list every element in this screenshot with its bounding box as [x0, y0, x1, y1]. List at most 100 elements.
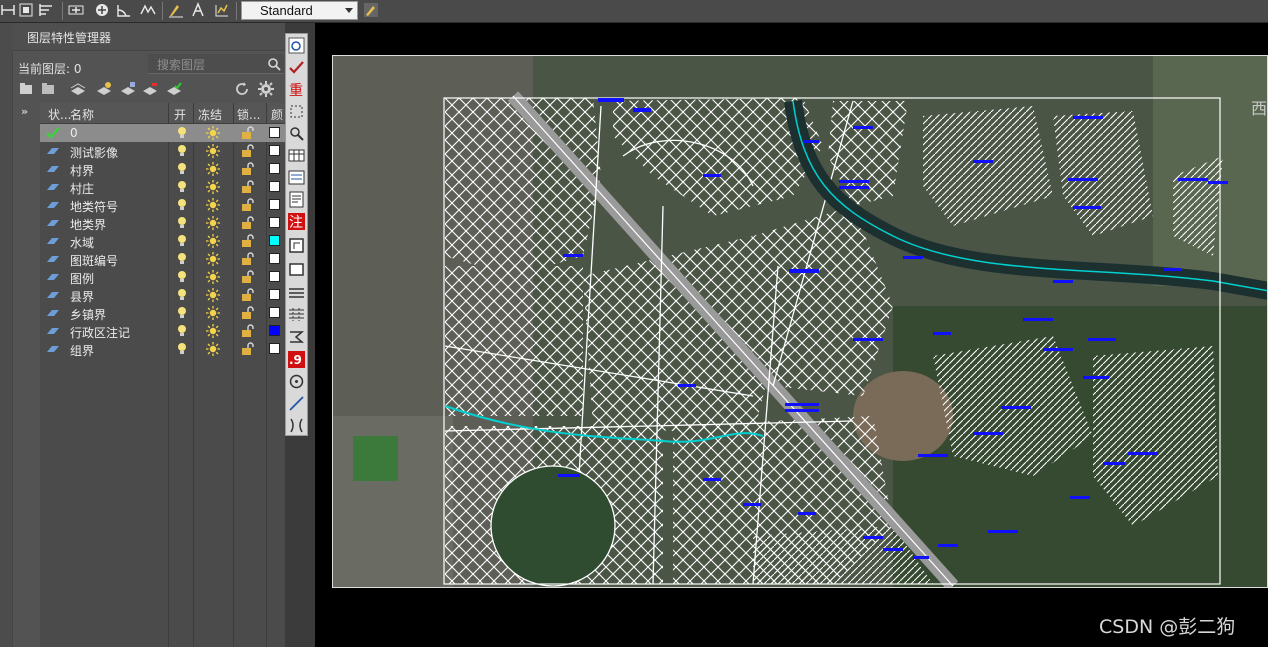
layer-name[interactable]: 水域 — [70, 234, 94, 251]
layer-row[interactable]: 县界 — [40, 286, 285, 304]
lightbulb-icon[interactable] — [177, 234, 187, 248]
layer-status-icon[interactable] — [46, 253, 60, 265]
column-color[interactable]: 颜 — [271, 106, 283, 123]
layer-status-icon[interactable] — [46, 199, 60, 211]
refresh-icon[interactable] — [234, 81, 250, 97]
layer-row[interactable]: 村界 — [40, 160, 285, 178]
layer-status-icon[interactable] — [46, 271, 60, 283]
layer-status-icon[interactable] — [46, 163, 60, 175]
column-status[interactable]: 状... — [48, 106, 71, 123]
column-freeze[interactable]: 冻结 — [198, 106, 222, 123]
layer-name[interactable]: 0 — [70, 126, 78, 140]
new-layer-icon[interactable] — [96, 81, 112, 97]
text-style-dropdown[interactable]: Standard — [241, 1, 358, 20]
sun-icon[interactable] — [206, 288, 220, 302]
lightbulb-icon[interactable] — [177, 144, 187, 158]
layer-row[interactable]: 村庄 — [40, 178, 285, 196]
layer-name[interactable]: 图斑编号 — [70, 252, 118, 269]
dimension-update-icon[interactable] — [214, 2, 230, 18]
properties-sheet-icon[interactable] — [288, 191, 305, 208]
panel-side-strip[interactable] — [0, 23, 13, 647]
sun-icon[interactable] — [206, 270, 220, 284]
break-tool-icon[interactable] — [288, 417, 305, 434]
layer-name[interactable]: 地类界 — [70, 216, 106, 233]
new-group-filter-icon[interactable] — [40, 81, 56, 97]
sun-icon[interactable] — [206, 198, 220, 212]
sun-icon[interactable] — [206, 324, 220, 338]
select-dots-icon[interactable] — [288, 103, 305, 120]
dimension-tolerance-icon[interactable] — [190, 2, 206, 18]
unlock-icon[interactable] — [240, 234, 254, 248]
circle-target-icon[interactable] — [288, 373, 305, 390]
layer-search-input[interactable]: 搜索图层 — [148, 54, 284, 74]
layer-row[interactable]: 地类界 — [40, 214, 285, 232]
boundary-icon[interactable] — [288, 237, 305, 254]
dimension-angular-icon[interactable] — [116, 2, 132, 18]
sun-icon[interactable] — [206, 234, 220, 248]
layer-color-swatch[interactable] — [269, 325, 280, 336]
unlock-icon[interactable] — [240, 198, 254, 212]
lightbulb-icon[interactable] — [177, 216, 187, 230]
column-on[interactable]: 开 — [174, 106, 186, 123]
sun-icon[interactable] — [206, 252, 220, 266]
layer-color-swatch[interactable] — [269, 181, 280, 192]
layer-color-swatch[interactable] — [269, 307, 280, 318]
lightbulb-icon[interactable] — [177, 306, 187, 320]
column-lock[interactable]: 锁... — [237, 106, 260, 123]
align-tool-icon[interactable] — [288, 328, 305, 345]
dimension-center-icon[interactable] — [94, 2, 110, 18]
set-current-layer-icon[interactable] — [166, 81, 182, 97]
sun-icon[interactable] — [206, 144, 220, 158]
layer-row[interactable]: 0 — [40, 124, 285, 142]
unlock-icon[interactable] — [240, 288, 254, 302]
search-icon[interactable] — [267, 56, 281, 71]
lightbulb-icon[interactable] — [177, 162, 187, 176]
lightbulb-icon[interactable] — [177, 324, 187, 338]
unlock-icon[interactable] — [240, 126, 254, 140]
hatch-lines-icon[interactable] — [288, 284, 305, 301]
unlock-icon[interactable] — [240, 270, 254, 284]
layer-status-icon[interactable] — [46, 289, 60, 301]
tool3-text-icon[interactable]: .9 — [288, 351, 305, 368]
layer-color-swatch[interactable] — [269, 343, 280, 354]
layer-row[interactable]: 地类符号 — [40, 196, 285, 214]
lightbulb-icon[interactable] — [177, 270, 187, 284]
sun-icon[interactable] — [206, 216, 220, 230]
grid-lines-icon[interactable] — [288, 306, 305, 323]
layer-color-swatch[interactable] — [269, 217, 280, 228]
attribute-table-icon[interactable] — [288, 169, 305, 186]
find-icon[interactable] — [288, 125, 305, 142]
check-standards-icon[interactable] — [288, 59, 305, 76]
lightbulb-icon[interactable] — [177, 252, 187, 266]
layer-row[interactable]: 行政区注记 — [40, 322, 285, 340]
sun-icon[interactable] — [206, 126, 220, 140]
tool1-text-icon[interactable]: 重 — [288, 81, 305, 98]
layer-color-swatch[interactable] — [269, 235, 280, 246]
layer-name[interactable]: 图例 — [70, 270, 94, 287]
line-tool-icon[interactable] — [288, 395, 305, 412]
layer-color-swatch[interactable] — [269, 253, 280, 264]
unlock-icon[interactable] — [240, 180, 254, 194]
lightbulb-icon[interactable] — [177, 288, 187, 302]
map-viewport[interactable]: 西 — [332, 55, 1268, 588]
unlock-icon[interactable] — [240, 324, 254, 338]
layer-status-icon[interactable] — [46, 217, 60, 229]
layer-status-icon[interactable] — [46, 145, 60, 157]
layer-row[interactable]: 乡镇界 — [40, 304, 285, 322]
column-table-icon[interactable] — [288, 147, 305, 164]
layer-status-icon[interactable] — [46, 343, 60, 355]
dimension-aligned-icon[interactable] — [18, 2, 34, 18]
unlock-icon[interactable] — [240, 162, 254, 176]
layer-states-manager-icon[interactable] — [70, 81, 86, 97]
layer-color-swatch[interactable] — [269, 145, 280, 156]
layer-status-icon[interactable] — [46, 181, 60, 193]
layer-name[interactable]: 测试影像 — [70, 144, 118, 161]
layer-color-swatch[interactable] — [269, 199, 280, 210]
sun-icon[interactable] — [206, 162, 220, 176]
unlock-icon[interactable] — [240, 342, 254, 356]
dimension-edit-icon[interactable] — [140, 2, 156, 18]
layer-status-icon[interactable] — [46, 307, 60, 319]
layer-color-swatch[interactable] — [269, 163, 280, 174]
lightbulb-icon[interactable] — [177, 180, 187, 194]
unlock-icon[interactable] — [240, 216, 254, 230]
